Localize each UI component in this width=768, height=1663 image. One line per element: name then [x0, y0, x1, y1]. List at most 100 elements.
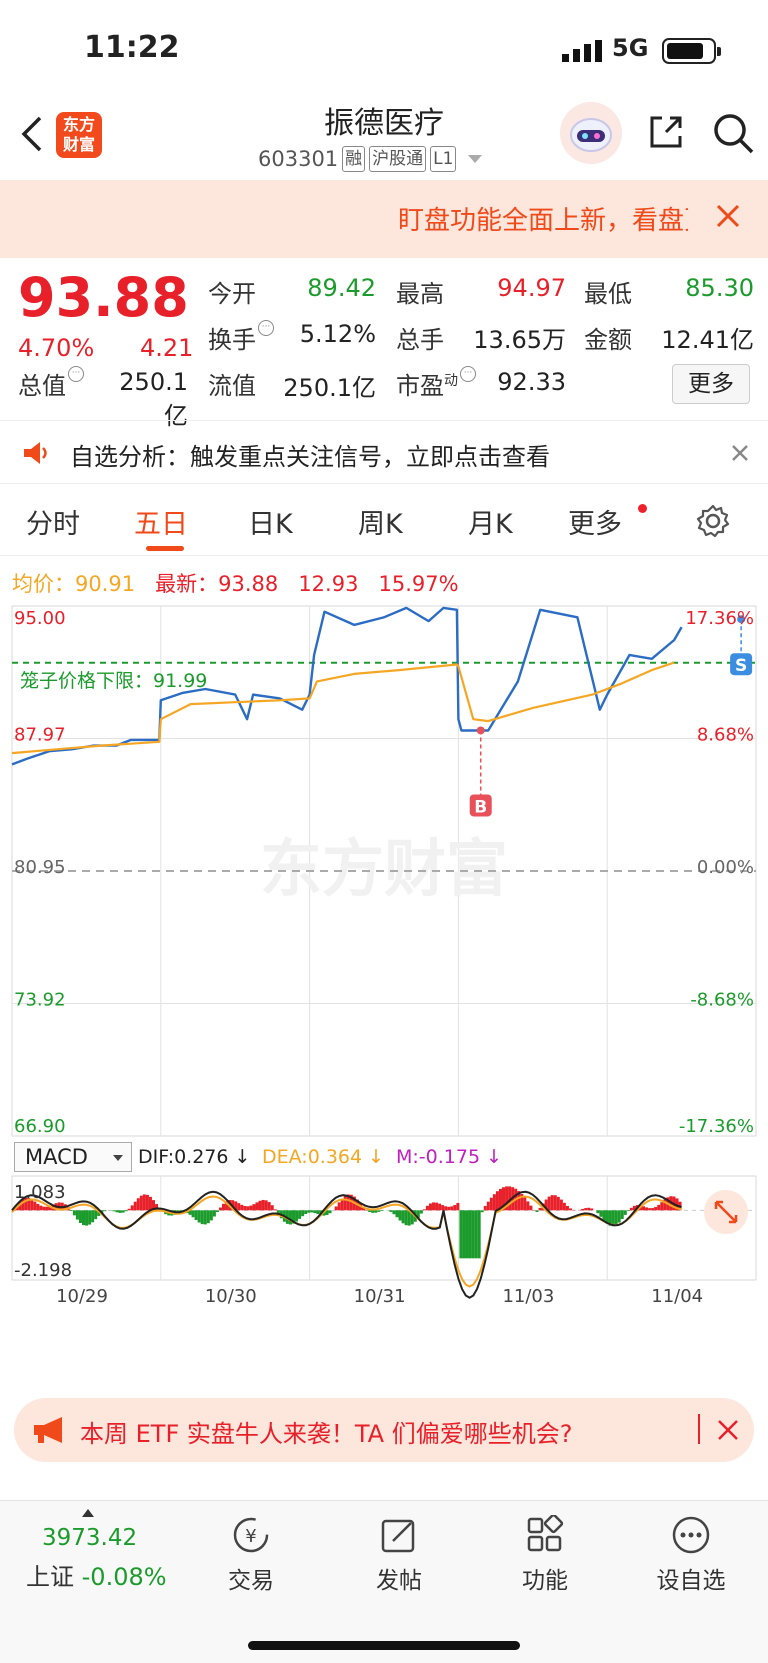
high-value: 94.97 — [497, 274, 566, 302]
macd-hist-bar — [556, 1196, 560, 1211]
y-tick-left: 80.95 — [14, 857, 66, 878]
low-label: 最低 — [584, 280, 632, 308]
nav-trade[interactable]: ¥ 交易 — [196, 1515, 306, 1595]
tab-more[interactable]: 更多 — [568, 502, 622, 541]
macd-hist-bar — [480, 1210, 484, 1213]
volume-label: 总手 — [396, 326, 444, 354]
macd-hist-bar — [337, 1202, 341, 1211]
macd-hist-bar — [419, 1210, 423, 1214]
cage-price-label: 笼子价格下限：91.99 — [20, 670, 207, 692]
info-icon[interactable]: ··· — [258, 320, 274, 336]
change-percent: 4.70% — [18, 334, 95, 362]
grid-icon — [527, 1513, 564, 1552]
macd-hist-bar — [657, 1204, 661, 1211]
macd-hist-bar — [252, 1204, 256, 1211]
macd-hist-bar — [392, 1210, 396, 1215]
pe-label: 市盈动 ··· — [396, 366, 476, 401]
tab-five-day[interactable]: 五日 — [134, 502, 188, 541]
macd-hist-bar — [623, 1210, 627, 1215]
five-day-chart[interactable]: 东方财富 笼子价格下限：91.99 B S 95.00 87.97 80.95 73.92 66… — [0, 600, 768, 1390]
nav-add-watchlist[interactable]: 设自选 — [636, 1515, 746, 1595]
latest-pct: 15.97% — [378, 572, 459, 596]
macd-hist-bar — [377, 1210, 381, 1212]
macd-hist-bar — [240, 1204, 244, 1211]
more-quote-button[interactable]: 更多 — [672, 364, 750, 404]
close-icon[interactable] — [714, 202, 742, 230]
open-value: 89.42 — [307, 274, 376, 302]
macd-hist-bar — [139, 1195, 143, 1211]
alert-text: 自选分析：触发重点关注信号，立即点击查看 — [70, 443, 550, 471]
macd-hist-bar — [453, 1205, 457, 1211]
macd-hist-bar — [660, 1202, 664, 1211]
etf-banner[interactable]: 本周 ETF 实盘牛人来袭！TA 们偏爱哪些机会? — [14, 1398, 754, 1462]
macd-hist-bar — [447, 1206, 451, 1211]
amount-value: 12.41亿 — [661, 326, 754, 354]
macd-hist-bar — [218, 1207, 222, 1211]
macd-hist-bar — [264, 1200, 268, 1211]
expand-icon[interactable] — [704, 1190, 748, 1234]
nav-functions[interactable]: 功能 — [490, 1513, 600, 1595]
x-tick-label: 11/04 — [651, 1286, 703, 1307]
macd-hist-bar — [103, 1210, 107, 1212]
close-icon[interactable] — [716, 1418, 740, 1442]
index-name[interactable]: 上证 -0.08% — [26, 1557, 167, 1592]
tab-monthly-k[interactable]: 月K — [468, 502, 513, 541]
macd-hist-bar — [547, 1196, 551, 1211]
y-tick-right: -8.68% — [690, 990, 754, 1011]
tab-underline — [146, 546, 184, 551]
macd-hist-bar — [328, 1210, 332, 1214]
info-icon[interactable]: ··· — [68, 366, 84, 382]
svg-text:¥: ¥ — [245, 1526, 256, 1547]
tag-level: L1 — [430, 146, 457, 172]
indicator-select[interactable]: MACD — [14, 1142, 132, 1172]
watchlist-alert[interactable]: 自选分析：触发重点关注信号，立即点击查看 — [0, 420, 768, 484]
macd-hist-bar — [450, 1206, 454, 1211]
home-indicator — [248, 1641, 520, 1650]
y-tick-right: 0.00% — [697, 857, 754, 878]
index-value[interactable]: 3973.42 — [42, 1525, 137, 1551]
macd-hist-bar — [298, 1210, 302, 1219]
total-value-label: 总值 ··· — [18, 366, 84, 401]
tab-daily-k[interactable]: 日K — [248, 502, 293, 541]
chart-tabs: 分时 五日 日K 周K 月K 更多 — [0, 488, 768, 556]
macd-hist-bar — [288, 1210, 292, 1225]
network-type: 5G — [612, 34, 649, 62]
macd-hist-bar — [85, 1210, 89, 1226]
assistant-robot-icon[interactable] — [560, 102, 622, 164]
notification-dot — [638, 504, 647, 513]
stock-meta[interactable]: 603301 融 沪股通 L1 — [258, 144, 483, 174]
macd-hist-bar — [587, 1207, 591, 1211]
macd-hist-bar — [249, 1205, 253, 1211]
macd-hist-bar — [72, 1210, 76, 1216]
search-icon[interactable] — [712, 112, 754, 154]
signal-icon — [562, 40, 602, 62]
macd-hist-bar — [435, 1202, 439, 1211]
share-icon[interactable] — [646, 112, 686, 152]
macd-hist-bar — [538, 1207, 542, 1211]
macd-hist-bar — [404, 1210, 408, 1226]
y-tick-right: 8.68% — [697, 725, 754, 746]
macd-hist-bar — [91, 1210, 95, 1223]
battery-icon — [662, 38, 721, 64]
y-tick-left: 95.00 — [14, 608, 66, 629]
macd-hist-bar — [307, 1210, 311, 1213]
nav-post[interactable]: 发帖 — [344, 1515, 454, 1595]
latest-change: 12.93 — [298, 572, 359, 596]
caret-up-icon[interactable] — [82, 1509, 94, 1517]
macd-hist-bar — [471, 1210, 475, 1259]
tab-intraday[interactable]: 分时 — [26, 502, 80, 541]
macd-hist-bar — [94, 1210, 98, 1220]
macd-hist-bar — [374, 1210, 378, 1213]
macd-hist-bar — [645, 1207, 649, 1211]
feature-banner[interactable]: 盯盘功能全面上新，看盘更 — [0, 180, 768, 258]
close-icon[interactable] — [730, 443, 750, 463]
macd-hist-bar — [115, 1210, 119, 1213]
bottom-nav: 3973.42 上证 -0.08% ¥ 交易 发帖 功能 设自选 — [0, 1500, 768, 1663]
macd-hist-bar — [614, 1210, 618, 1226]
tab-weekly-k[interactable]: 周K — [358, 502, 403, 541]
macd-hist-bar — [401, 1210, 405, 1224]
info-icon[interactable]: ··· — [460, 366, 476, 382]
gear-icon[interactable] — [696, 504, 730, 538]
macd-hist-bar — [197, 1210, 201, 1223]
stock-header: 东方 财富 振德医疗 603301 融 沪股通 L1 — [0, 96, 768, 180]
